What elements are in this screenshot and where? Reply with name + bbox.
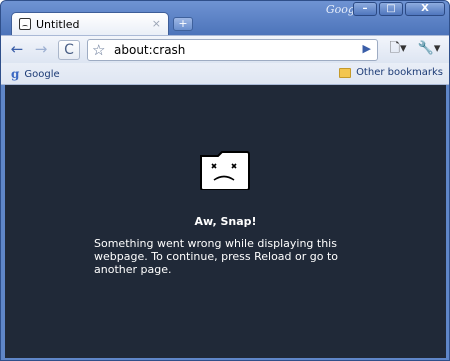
bookmarks-bar: g Google Other bookmarks (1, 63, 449, 85)
browser-window: Google – □ X Untitled × + ← → C ☆ about:… (0, 0, 450, 361)
forward-button[interactable]: → (31, 40, 51, 60)
new-tab-button[interactable]: + (173, 17, 193, 31)
google-icon: g (11, 67, 20, 81)
close-window-button[interactable]: X (405, 2, 445, 16)
crash-message: Something went wrong while displaying th… (94, 237, 339, 276)
tab-close-icon[interactable]: × (152, 17, 161, 30)
title-bar: Google – □ X Untitled × + (1, 1, 449, 36)
sad-tab-icon (19, 18, 31, 30)
back-button[interactable]: ← (7, 40, 27, 60)
bookmark-google[interactable]: g Google (11, 67, 60, 81)
crash-heading: Aw, Snap! (194, 215, 257, 228)
other-bookmarks-label: Other bookmarks (356, 67, 443, 78)
reload-button[interactable]: C (58, 40, 80, 60)
address-bar[interactable]: ☆ about:crash ▶ (87, 39, 378, 61)
tools-menu-button[interactable]: 🔧▾ (415, 40, 443, 60)
window-controls: – □ X (353, 2, 445, 16)
bookmark-google-label: Google (24, 68, 60, 80)
minimize-button[interactable]: – (353, 2, 377, 16)
go-icon[interactable]: ▶ (363, 42, 371, 55)
crash-page: Aw, Snap! Something went wrong while dis… (5, 85, 446, 358)
page-menu-button[interactable]: 🗋▾ (386, 40, 410, 60)
url-text[interactable]: about:crash (114, 43, 185, 57)
toolbar: ← → C ☆ about:crash ▶ 🗋▾ 🔧▾ (1, 35, 449, 63)
tab-untitled[interactable]: Untitled × (11, 12, 169, 36)
maximize-button[interactable]: □ (379, 2, 403, 16)
tab-title: Untitled (36, 18, 80, 31)
sad-tab-illustration-icon (200, 151, 250, 190)
bookmark-star-icon[interactable]: ☆ (92, 41, 105, 59)
folder-icon (339, 67, 352, 78)
other-bookmarks[interactable]: Other bookmarks (339, 67, 443, 78)
